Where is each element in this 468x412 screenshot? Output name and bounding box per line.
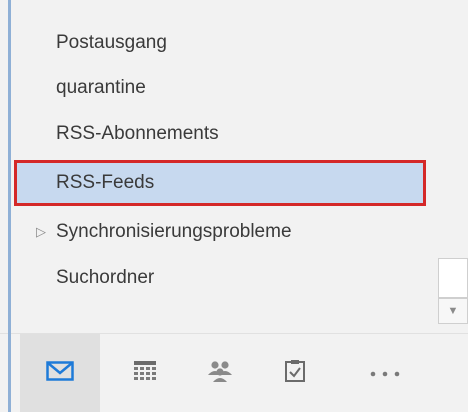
calendar-icon bbox=[133, 360, 157, 387]
people-icon bbox=[206, 360, 234, 387]
folder-rss-abonnements[interactable]: RSS-Abonnements bbox=[56, 123, 219, 145]
scrollbar-thumb[interactable] bbox=[438, 258, 468, 298]
tasks-icon bbox=[284, 359, 306, 388]
expand-arrow-icon[interactable]: ▷ bbox=[36, 221, 46, 243]
navbar-left-border bbox=[8, 333, 11, 412]
folder-suchordner[interactable]: Suchordner bbox=[56, 267, 154, 289]
nav-more-button[interactable] bbox=[345, 334, 425, 412]
folder-postausgang[interactable]: Postausgang bbox=[56, 32, 167, 54]
scroll-down-button[interactable]: ▼ bbox=[438, 298, 468, 324]
folder-quarantine[interactable]: quarantine bbox=[56, 77, 146, 99]
nav-mail-button[interactable] bbox=[20, 334, 100, 412]
nav-people-button[interactable] bbox=[180, 334, 260, 412]
pane-left-border bbox=[8, 0, 11, 333]
nav-tasks-button[interactable] bbox=[255, 334, 335, 412]
mail-icon bbox=[46, 360, 74, 386]
folder-synchronisierungsprobleme[interactable]: Synchronisierungsprobleme bbox=[56, 221, 292, 243]
folder-rss-feeds[interactable]: RSS-Feeds bbox=[56, 172, 154, 194]
nav-calendar-button[interactable] bbox=[105, 334, 185, 412]
more-icon bbox=[370, 364, 400, 382]
